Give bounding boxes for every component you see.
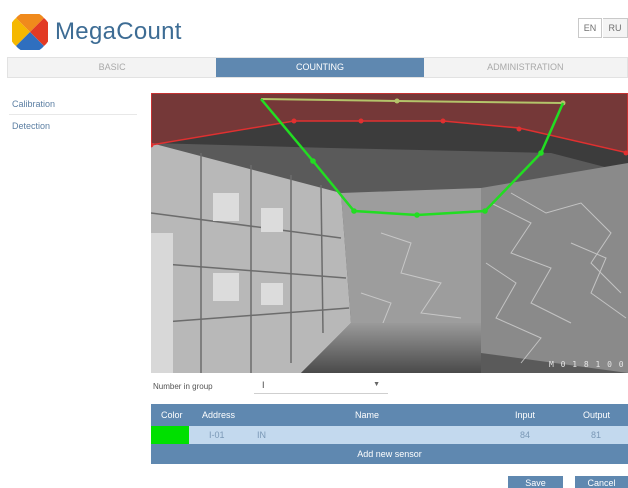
tab-administration[interactable]: ADMINISTRATION bbox=[424, 58, 627, 77]
column-address: Address bbox=[202, 410, 236, 420]
add-new-sensor-button[interactable]: Add new sensor bbox=[151, 444, 628, 464]
sensor-input: 84 bbox=[520, 430, 531, 440]
language-ru-button[interactable]: RU bbox=[603, 18, 628, 38]
camera-overlay-label: M 0 1 8 1 0 0 bbox=[549, 360, 625, 369]
brand-name: MegaCount bbox=[55, 18, 182, 45]
sensor-address: I-01 bbox=[209, 430, 225, 440]
column-input: Input bbox=[515, 410, 536, 420]
tab-counting[interactable]: COUNTING bbox=[216, 58, 424, 77]
cancel-button[interactable]: Cancel bbox=[575, 476, 628, 488]
main-tabs: BASIC COUNTING ADMINISTRATION bbox=[7, 57, 628, 78]
column-output: Output bbox=[583, 410, 611, 420]
sidebar-item-detection[interactable]: Detection bbox=[12, 121, 50, 131]
table-row[interactable]: I-01 IN 84 81 bbox=[151, 426, 628, 444]
tab-basic[interactable]: BASIC bbox=[8, 58, 216, 77]
megacount-logo-icon bbox=[12, 14, 48, 50]
chevron-down-icon: ▼ bbox=[373, 381, 380, 388]
sidebar-item-calibration[interactable]: Calibration bbox=[12, 99, 55, 109]
column-color: Color bbox=[161, 410, 183, 420]
sidebar-divider bbox=[9, 114, 137, 115]
sensor-name: IN bbox=[257, 430, 266, 440]
camera-view[interactable]: M 0 1 8 1 0 0 bbox=[151, 93, 628, 373]
number-in-group-value: I bbox=[262, 380, 265, 390]
language-en-button[interactable]: EN bbox=[578, 18, 602, 38]
sensor-output: 81 bbox=[591, 430, 602, 440]
header: MegaCount EN RU bbox=[0, 0, 628, 56]
save-button[interactable]: Save bbox=[508, 476, 563, 488]
number-in-group-select[interactable]: I ▼ bbox=[254, 376, 388, 394]
sensors-table-header: Color Address Name Input Output bbox=[151, 404, 628, 426]
sensor-color-swatch[interactable] bbox=[151, 426, 189, 444]
number-in-group-label: Number in group bbox=[153, 382, 213, 391]
column-name: Name bbox=[355, 410, 380, 420]
sensors-table: Color Address Name Input Output I-01 IN … bbox=[151, 404, 628, 464]
camera-scene bbox=[151, 93, 628, 373]
